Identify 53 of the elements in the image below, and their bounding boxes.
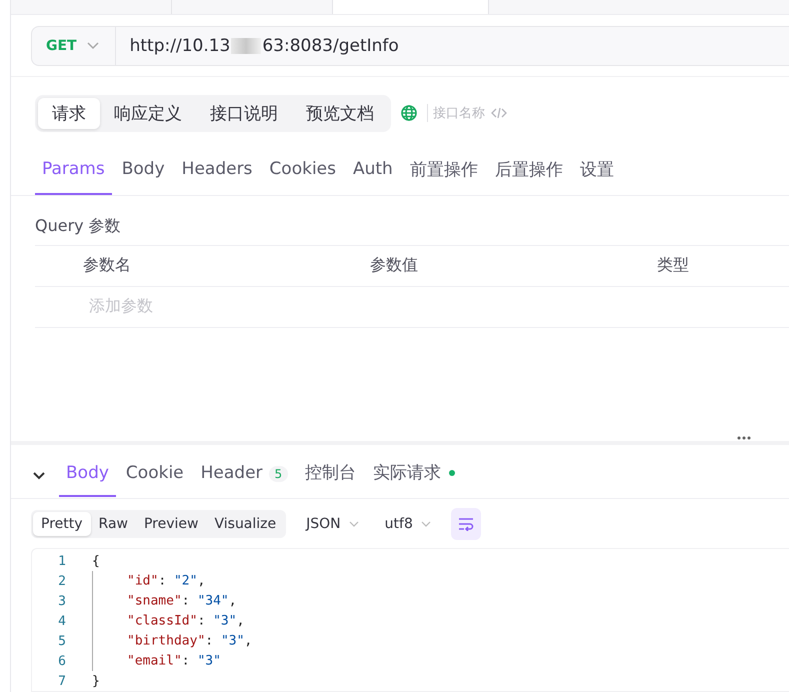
code-line: "sname": "34", (92, 591, 237, 611)
mode-tab[interactable]: 响应定义 (100, 98, 196, 128)
wrap-lines-icon (458, 517, 474, 531)
code-icon (491, 107, 507, 119)
column-header: 类型 (657, 255, 690, 276)
response-tab[interactable]: 控制台 (298, 453, 364, 498)
response-tab[interactable]: Body (59, 454, 116, 496)
request-tab[interactable]: 设置 (572, 150, 621, 194)
request-tab[interactable]: Body (114, 150, 172, 194)
code-line: "classId": "3", (92, 611, 244, 631)
code-line: { (92, 554, 100, 568)
response-tab[interactable]: Header 5 (194, 454, 296, 496)
mode-tab[interactable]: 请求 (38, 98, 100, 128)
line-number: 4 (57, 614, 67, 628)
url-field[interactable]: GET http://10.13 63:8083/getInfo (31, 26, 789, 66)
line-number: 5 (57, 634, 67, 648)
request-tab[interactable]: Headers (174, 150, 260, 194)
code-line: "email": "3" (92, 651, 221, 671)
mode-tab[interactable]: 接口说明 (196, 98, 292, 128)
view-tab[interactable]: Raw (90, 512, 136, 536)
code-line: "id": "2", (92, 571, 206, 591)
request-tab[interactable]: Auth (346, 150, 400, 194)
request-tab[interactable]: Params (35, 150, 112, 194)
view-tab[interactable]: Visualize (206, 512, 284, 536)
chevron-down-icon[interactable] (33, 472, 45, 480)
url-text: http://10.13 63:8083/getInfo (128, 36, 399, 56)
line-number: 7 (57, 674, 67, 688)
section-title: Query 参数 (34, 214, 122, 236)
column-header: 参数名 (83, 255, 132, 276)
wrap-button[interactable] (450, 508, 481, 540)
line-number: 2 (57, 574, 67, 588)
request-tab[interactable]: 后置操作 (488, 150, 570, 194)
encoding-dropdown[interactable]: utf8 (378, 516, 437, 532)
request-tab[interactable]: Cookies (262, 150, 343, 194)
resize-handle[interactable] (737, 436, 751, 440)
globe-icon (401, 105, 417, 121)
code-line: } (92, 674, 100, 688)
format-dropdown[interactable]: JSON (300, 516, 365, 532)
chevron-down-icon (348, 521, 359, 527)
chevron-down-icon (86, 42, 99, 50)
view-tab[interactable]: Preview (136, 512, 206, 536)
count-badge: 5 (268, 466, 288, 482)
view-tab[interactable]: Pretty (33, 512, 91, 536)
response-tab[interactable]: Cookie (118, 454, 191, 496)
column-header: 参数值 (370, 255, 419, 276)
response-tab[interactable]: 实际请求 (366, 453, 462, 498)
line-number: 6 (57, 654, 67, 668)
line-number: 1 (57, 554, 67, 568)
mode-tab[interactable]: 预览文档 (292, 98, 388, 128)
code-line: "birthday": "3", (92, 631, 252, 651)
line-number: 3 (57, 594, 67, 608)
chevron-down-icon (420, 521, 431, 527)
request-tab[interactable]: 前置操作 (402, 150, 485, 194)
